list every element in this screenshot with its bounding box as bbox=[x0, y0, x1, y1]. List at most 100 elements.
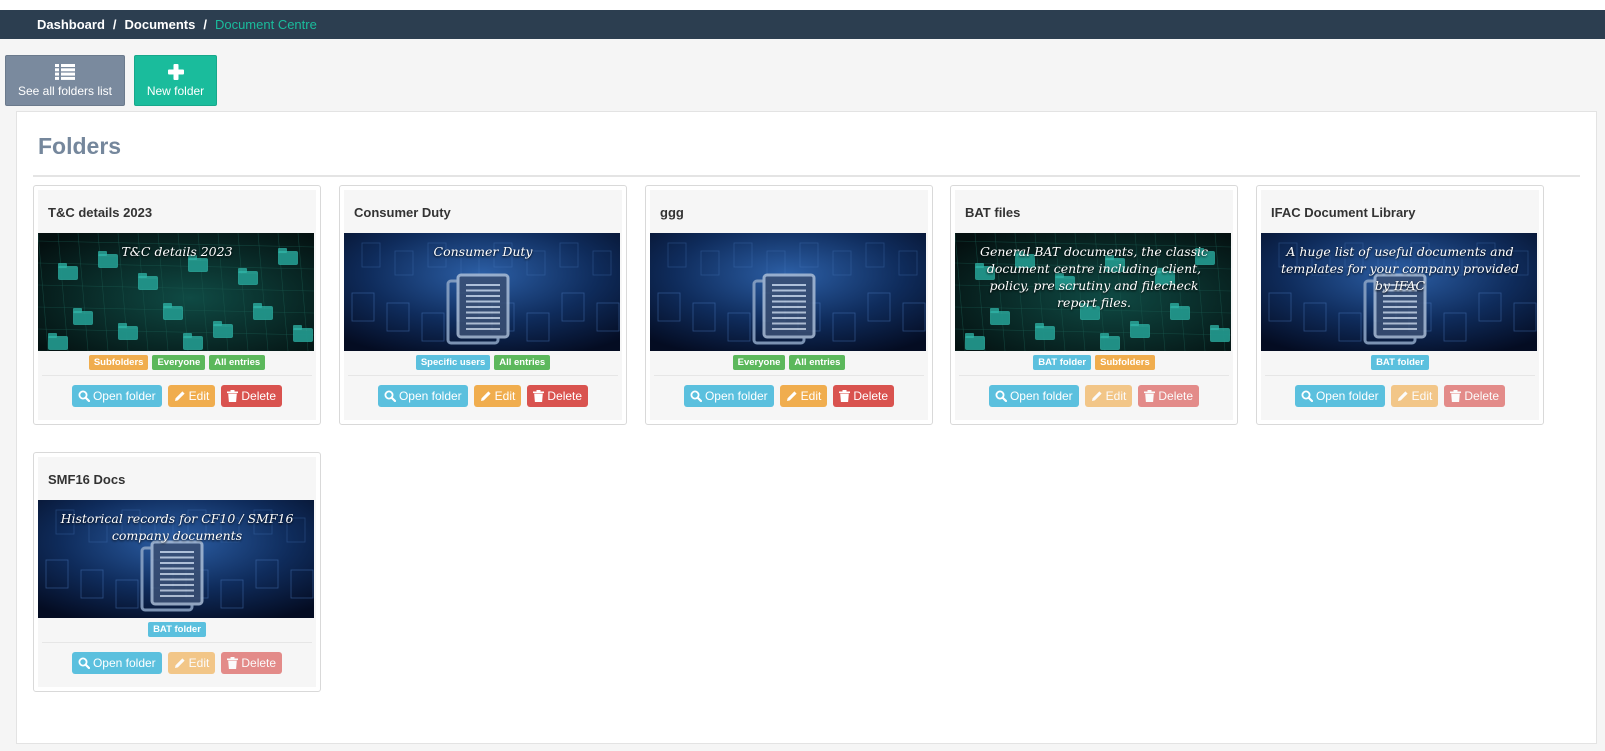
open-folder-button[interactable]: Open folder bbox=[71, 385, 162, 407]
edit-button[interactable]: Edit bbox=[1390, 385, 1439, 407]
folder-tags: BAT folder bbox=[38, 622, 316, 637]
folder-tag: All entries bbox=[789, 355, 846, 370]
folder-tag: Everyone bbox=[732, 355, 786, 370]
edit-label: Edit bbox=[188, 656, 210, 670]
folder-thumbnail[interactable]: T&C details 2023 bbox=[38, 233, 316, 351]
breadcrumb-current: Document Centre bbox=[214, 17, 317, 32]
edit-button[interactable]: Edit bbox=[167, 652, 216, 674]
card-divider bbox=[348, 375, 618, 376]
folder-actions: Open folder Edit Delete bbox=[955, 385, 1233, 407]
edit-label: Edit bbox=[188, 389, 210, 403]
folder-title: BAT files bbox=[965, 205, 1021, 220]
folder-actions: Open folder Edit Delete bbox=[650, 385, 928, 407]
toolbar: See all folders list New folder bbox=[5, 55, 217, 106]
edit-button[interactable]: Edit bbox=[473, 385, 522, 407]
new-folder-button[interactable]: New folder bbox=[134, 55, 217, 106]
folder-actions: Open folder Edit Delete bbox=[344, 385, 622, 407]
see-all-folders-button[interactable]: See all folders list bbox=[5, 55, 125, 106]
page-title: Folders bbox=[38, 133, 122, 159]
edit-button[interactable]: Edit bbox=[1084, 385, 1133, 407]
trash-icon bbox=[1144, 390, 1156, 402]
folder-actions: Open folder Edit Delete bbox=[38, 385, 316, 407]
trash-icon bbox=[1450, 390, 1462, 402]
open-folder-button[interactable]: Open folder bbox=[683, 385, 774, 407]
delete-button[interactable]: Delete bbox=[527, 385, 589, 407]
edit-label: Edit bbox=[494, 389, 516, 403]
folder-caption: Consumer Duty bbox=[433, 244, 533, 259]
search-icon bbox=[690, 390, 702, 402]
folder-tag: Subfolders bbox=[88, 355, 149, 370]
folder-card-6: SMF16 Docs Historical records for CF10 /… bbox=[33, 452, 321, 692]
open-folder-button[interactable]: Open folder bbox=[1294, 385, 1385, 407]
folder-card-2: Consumer Duty Consumer Duty Specific use… bbox=[339, 185, 627, 425]
folder-tag: Specific users bbox=[415, 355, 491, 370]
delete-button[interactable]: Delete bbox=[221, 652, 283, 674]
breadcrumb-separator: / bbox=[203, 17, 207, 32]
folder-actions: Open folder Edit Delete bbox=[38, 652, 316, 674]
open-folder-button[interactable]: Open folder bbox=[71, 652, 162, 674]
top-strip bbox=[0, 0, 1605, 10]
pencil-icon bbox=[174, 391, 185, 401]
folder-tag: All entries bbox=[209, 355, 266, 370]
search-icon bbox=[384, 390, 396, 402]
pencil-icon bbox=[1091, 391, 1102, 401]
search-icon bbox=[78, 657, 90, 669]
open-folder-button[interactable]: Open folder bbox=[377, 385, 468, 407]
folder-card-5: IFAC Document Library A huge list of use… bbox=[1256, 185, 1544, 425]
folder-caption: Historical records for CF10 / SMF16 comp… bbox=[60, 511, 294, 543]
folder-tags: Specific users All entries bbox=[344, 355, 622, 370]
folder-card-4: BAT files General BAT documents, the cla… bbox=[950, 185, 1238, 425]
folder-tag: BAT folder bbox=[1371, 355, 1429, 370]
folder-tag: BAT folder bbox=[148, 622, 206, 637]
pencil-icon bbox=[1397, 391, 1408, 401]
breadcrumb-documents[interactable]: Documents bbox=[125, 17, 196, 32]
edit-button[interactable]: Edit bbox=[167, 385, 216, 407]
folder-tag: BAT folder bbox=[1033, 355, 1092, 370]
delete-button[interactable]: Delete bbox=[221, 385, 283, 407]
breadcrumb-dashboard[interactable]: Dashboard bbox=[37, 17, 105, 32]
folder-title: T&C details 2023 bbox=[48, 205, 153, 220]
folder-title: IFAC Document Library bbox=[1271, 205, 1416, 220]
card-divider bbox=[42, 375, 312, 376]
trash-icon bbox=[227, 657, 239, 669]
folder-thumbnail[interactable]: General BAT documents, the classic docum… bbox=[955, 233, 1233, 351]
edit-button[interactable]: Edit bbox=[779, 385, 828, 407]
card-divider bbox=[959, 375, 1229, 376]
open-folder-button[interactable]: Open folder bbox=[988, 385, 1079, 407]
breadcrumb: Dashboard / Documents / Document Centre bbox=[0, 10, 1605, 39]
breadcrumb-separator: / bbox=[112, 17, 117, 32]
folder-tags: Everyone All entries bbox=[650, 355, 928, 370]
folder-title: SMF16 Docs bbox=[48, 472, 126, 487]
new-folder-label: New folder bbox=[146, 83, 205, 98]
see-all-folders-label: See all folders list bbox=[17, 83, 113, 98]
delete-label: Delete bbox=[853, 389, 889, 403]
folder-thumbnail[interactable] bbox=[650, 233, 928, 351]
folder-tags: BAT folder bbox=[1261, 355, 1539, 370]
search-icon bbox=[78, 390, 90, 402]
folder-thumbnail[interactable]: A huge list of useful documents and temp… bbox=[1261, 233, 1539, 351]
delete-button[interactable]: Delete bbox=[1138, 385, 1200, 407]
folder-title: Consumer Duty bbox=[354, 205, 451, 220]
folder-caption: T&C details 2023 bbox=[121, 244, 233, 259]
folder-tag: Everyone bbox=[152, 355, 206, 370]
pencil-icon bbox=[480, 391, 491, 401]
folder-thumbnail[interactable]: Consumer Duty bbox=[344, 233, 622, 351]
delete-label: Delete bbox=[1158, 389, 1194, 403]
pencil-icon bbox=[786, 391, 797, 401]
search-icon bbox=[1301, 390, 1313, 402]
open-folder-label: Open folder bbox=[398, 389, 462, 403]
delete-button[interactable]: Delete bbox=[833, 385, 895, 407]
plus-icon bbox=[167, 63, 184, 80]
folder-card-3: ggg Everyone All entries Open folder Edit bbox=[645, 185, 933, 425]
card-divider bbox=[1265, 375, 1535, 376]
folder-thumbnail[interactable]: Historical records for CF10 / SMF16 comp… bbox=[38, 500, 316, 618]
pencil-icon bbox=[174, 658, 185, 668]
folder-tag: Subfolders bbox=[1095, 355, 1155, 370]
open-folder-label: Open folder bbox=[92, 389, 156, 403]
edit-label: Edit bbox=[800, 389, 822, 403]
trash-icon bbox=[533, 390, 545, 402]
delete-label: Delete bbox=[547, 389, 583, 403]
folder-card-1: T&C details 2023 T&C details 2023 Subfol… bbox=[33, 185, 321, 425]
delete-button[interactable]: Delete bbox=[1444, 385, 1506, 407]
list-icon bbox=[55, 63, 75, 80]
